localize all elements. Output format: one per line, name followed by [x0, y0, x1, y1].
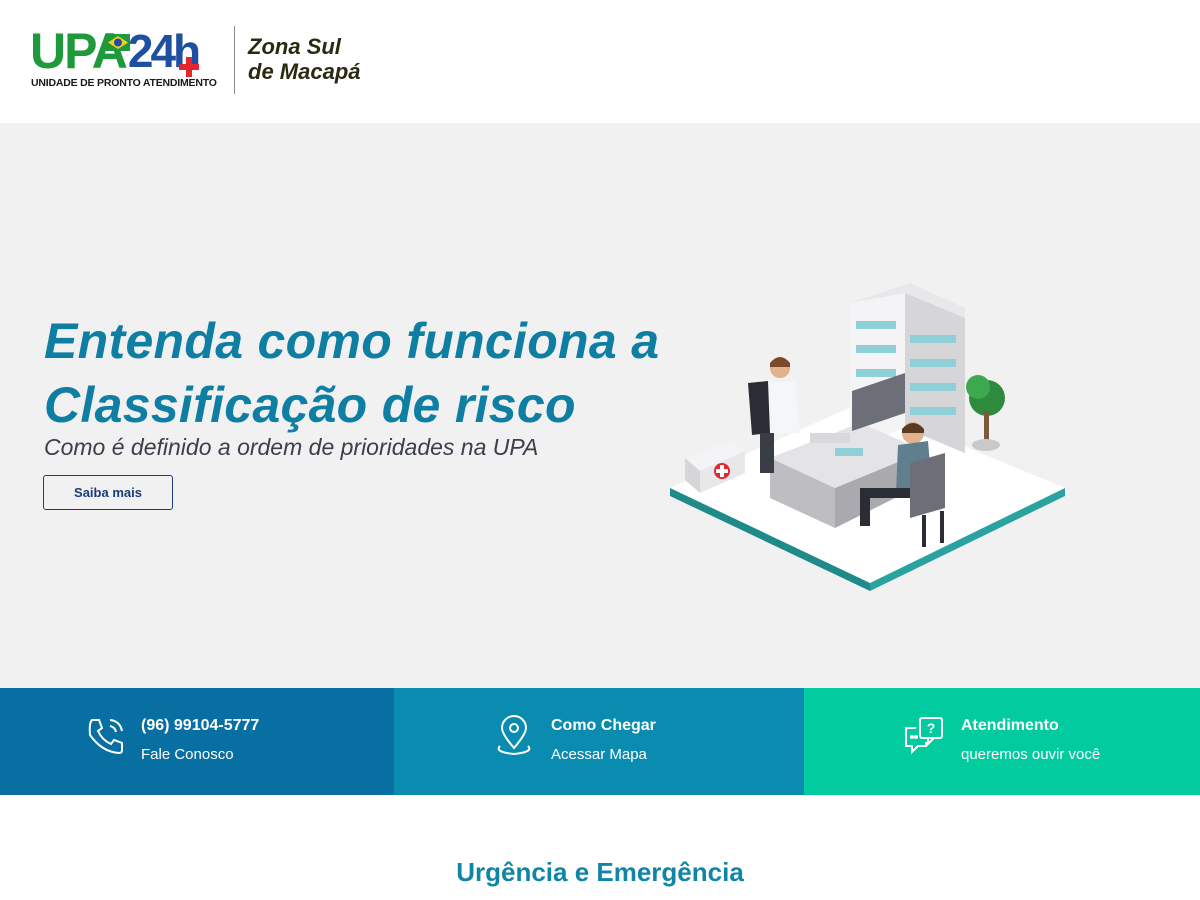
service-title: Atendimento — [961, 717, 1059, 734]
section-title: Urgência e Emergência — [456, 857, 744, 887]
brazil-flag-icon — [106, 34, 130, 51]
phone-icon — [88, 719, 123, 755]
directions-label: Acessar Mapa — [551, 746, 647, 763]
info-phone[interactable]: (96) 99104-5777 Fale Conosco — [0, 688, 394, 795]
service-label: queremos ouvir você — [961, 746, 1101, 763]
chat-question-icon: ? — [905, 717, 943, 755]
logo-region: Zona Sul de Macapá — [248, 34, 361, 84]
svg-text:?: ? — [927, 720, 936, 736]
hero-title: Entenda como funciona a Classificação de… — [44, 309, 684, 437]
directions-title: Como Chegar — [551, 717, 656, 734]
phone-label: Fale Conosco — [141, 746, 234, 763]
logo-region-line2: de Macapá — [248, 59, 361, 84]
logo-divider — [234, 26, 235, 94]
logo-region-line1: Zona Sul — [248, 34, 341, 59]
saiba-mais-button[interactable]: Saiba mais — [43, 475, 173, 510]
doctor-consultation-illustration — [670, 283, 1065, 591]
info-service[interactable]: ? Atendimento queremos ouvir você — [804, 688, 1200, 795]
upa24h-logo[interactable]: UPA 24h UNIDADE DE PRONTO ATENDIMENTO Zo… — [30, 26, 370, 96]
contact-info-bar: (96) 99104-5777 Fale Conosco Como Chegar… — [0, 688, 1200, 795]
logo-tagline: UNIDADE DE PRONTO ATENDIMENTO — [31, 77, 217, 89]
phone-number: (96) 99104-5777 — [141, 717, 260, 734]
hero-title-line2: Classificação de risco — [44, 377, 576, 433]
site-header: UPA 24h UNIDADE DE PRONTO ATENDIMENTO Zo… — [0, 0, 1200, 123]
hero-title-line1: Entenda como funciona a — [44, 313, 660, 369]
info-directions[interactable]: Como Chegar Acessar Mapa — [394, 688, 804, 795]
red-cross-icon — [179, 57, 199, 77]
map-pin-icon — [497, 715, 531, 756]
hero-banner: Entenda como funciona a Classificação de… — [0, 123, 1200, 688]
hero-subtitle: Como é definido a ordem de prioridades n… — [44, 434, 539, 460]
